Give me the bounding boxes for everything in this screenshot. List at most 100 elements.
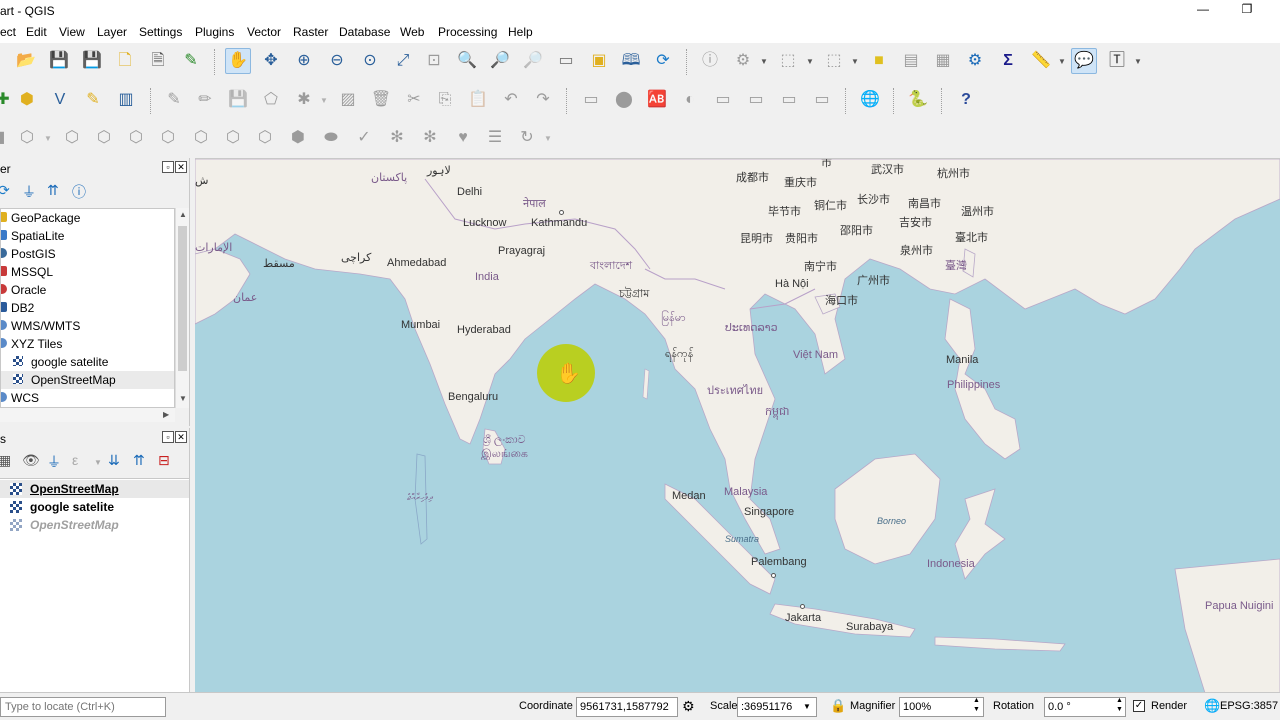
chevron-down-icon[interactable]: ▼ [44,134,52,143]
reverse-line-icon[interactable]: ☰ [482,125,508,151]
remove-layer-icon[interactable]: ⊟ [158,452,170,469]
chevron-down-icon[interactable]: ▼ [1058,57,1066,66]
zoom-selection-icon[interactable]: ⊡ [421,48,447,74]
map-tips-icon[interactable]: 💬 [1071,48,1097,74]
label-pin-icon[interactable]: ⬤ [611,87,637,113]
chevron-down-icon[interactable]: ▼ [760,57,768,66]
style-manager-icon[interactable]: ✎ [178,48,204,74]
close-panel-icon[interactable]: ✕ [175,431,187,443]
browser-vertical-scrollbar[interactable]: ▲ ▼ [175,208,189,408]
processing-toolbox-icon[interactable]: ⚙ [962,48,988,74]
collapse-all-icon[interactable]: ⇈ [133,452,145,469]
menu-edit[interactable]: Edit [26,25,47,39]
redo-icon[interactable]: ↷ [530,87,556,113]
menu-raster[interactable]: Raster [293,25,328,39]
digitize-icon[interactable]: ▮ [0,125,14,151]
layer-row-google-satelite[interactable]: google satelite [0,498,189,516]
refresh-icon[interactable]: ⟳ [0,182,10,199]
menu-plugins[interactable]: Plugins [195,25,234,39]
new-3d-view-icon[interactable]: ▣ [586,48,612,74]
menu-settings[interactable]: Settings [139,25,182,39]
menu-project[interactable]: ect [0,25,16,39]
menu-web[interactable]: Web [400,25,424,39]
select-features-icon[interactable]: ⬚ [775,48,801,74]
split-features-icon[interactable]: ⬡ [252,125,278,151]
offset-curve-icon[interactable]: ⬡ [220,125,246,151]
tree-item-mssql[interactable]: MSSQL [1,263,174,281]
simplify-icon[interactable]: ♥ [450,125,476,151]
move-label-icon[interactable]: ▭ [710,87,736,113]
tree-item-google-satelite[interactable]: google satelite [1,353,174,371]
save-project-icon[interactable]: 💾 [46,48,72,74]
new-geopackage-icon[interactable]: ⬢ [14,87,40,113]
fill-ring-icon[interactable]: ⬡ [91,125,117,151]
statistics-icon[interactable]: Σ [995,48,1021,74]
chevron-down-icon[interactable]: ▼ [803,702,811,711]
scrollbar-thumb[interactable] [178,226,187,371]
modify-attributes-icon[interactable]: ▨ [335,87,361,113]
filter-by-expression-icon[interactable]: ε [72,452,78,468]
float-panel-icon[interactable]: ▫ [162,161,174,173]
magnifier-spinbox[interactable]: 100% [899,697,984,717]
measure-icon[interactable]: 📏 [1028,48,1054,74]
quickmapservices-icon[interactable]: 🌐 [857,87,883,113]
coordinate-field[interactable]: 9561731,1587792 [576,697,678,717]
delete-part-icon[interactable]: ⬡ [155,125,181,151]
new-shapefile-icon[interactable]: V [47,87,73,113]
locator-search-input[interactable] [0,697,166,717]
lock-scale-icon[interactable]: 🔒 [830,698,846,714]
menu-view[interactable]: View [59,25,85,39]
merge-attributes-icon[interactable]: ✓ [351,125,377,151]
trim-extend-icon[interactable]: ↻ [514,125,540,151]
change-label-icon[interactable]: ▭ [776,87,802,113]
tree-item-spatialite[interactable]: SpatiaLite [1,227,174,245]
current-edits-icon[interactable]: ✎ [161,87,187,113]
new-spatialite-icon[interactable]: ▥ [113,87,139,113]
offset-point-symbols-icon[interactable]: ✻ [417,125,443,151]
tree-item-geopackage[interactable]: GeoPackage [1,209,174,227]
show-hide-labels-icon[interactable]: ▭ [809,87,835,113]
new-scratch-layer-icon[interactable]: ✎ [80,87,106,113]
tree-item-oracle[interactable]: Oracle [1,281,174,299]
add-part-icon[interactable]: ⬡ [59,125,85,151]
filter-icon[interactable]: ⏚ [22,182,36,202]
cut-features-icon[interactable]: ✂ [401,87,427,113]
vertex-tool-icon[interactable]: ✱ [291,87,317,113]
diagram-icon[interactable]: ◐ [677,87,703,113]
delete-ring-icon[interactable]: ⬡ [123,125,149,151]
select-value-icon[interactable]: ⬚ [821,48,847,74]
undo-icon[interactable]: ↶ [498,87,524,113]
rotate-label-icon[interactable]: ▭ [743,87,769,113]
float-panel-icon[interactable]: ▫ [162,431,174,443]
zoom-full-icon[interactable]: ⤢ [390,48,416,74]
identify-icon[interactable]: ⓘ [697,48,723,74]
manage-map-themes-icon[interactable]: 👁 [22,452,40,469]
layer-row-openstreetmap[interactable]: OpenStreetMap [0,480,189,498]
collapse-all-icon[interactable]: ⇈ [47,182,59,199]
split-parts-icon[interactable]: ⬢ [285,125,311,151]
add-feature-icon[interactable]: ⬠ [258,87,284,113]
chevron-down-icon[interactable]: ▼ [806,57,814,66]
chevron-down-icon[interactable]: ▼ [94,458,102,467]
chevron-down-icon[interactable]: ▼ [544,134,552,143]
menu-processing[interactable]: Processing [438,25,497,39]
zoom-next-icon[interactable]: 🔎 [520,48,546,74]
save-edits-icon[interactable]: 💾 [225,87,251,113]
tree-item-xyz-tiles[interactable]: XYZ Tiles [1,335,174,353]
toggle-extents-icon[interactable]: ⚙ [682,698,695,715]
spin-arrows-icon[interactable]: ▲ ▼ [973,696,980,714]
map-canvas[interactable]: ش پاکستان لاہور Delhi नेपाल Lucknow Kath… [195,158,1280,692]
close-panel-icon[interactable]: ✕ [175,161,187,173]
spin-arrows-icon[interactable]: ▲ ▼ [1116,696,1123,714]
layer-row-openstreetmap-hidden[interactable]: OpenStreetMap [0,516,189,534]
expand-all-icon[interactable]: ⇊ [108,452,120,469]
menu-vector[interactable]: Vector [247,25,281,39]
rotation-spinbox[interactable]: 0.0 ° [1044,697,1126,717]
tree-item-wcs[interactable]: WCS [1,389,174,407]
tree-item-postgis[interactable]: PostGIS [1,245,174,263]
pan-to-selection-icon[interactable]: ✥ [258,48,284,74]
field-calculator-icon[interactable]: ▦ [930,48,956,74]
refresh-icon[interactable]: ⟳ [650,48,676,74]
label-toolbar-icon[interactable]: ▭ [578,87,604,113]
properties-icon[interactable]: ⓘ [72,182,86,202]
